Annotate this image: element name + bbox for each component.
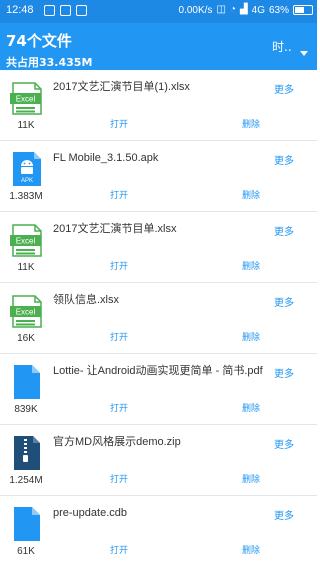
file-row[interactable]: 839K Lottie- 让Android动画实现更简单 - 简书.pdf 更多打开…: [0, 354, 317, 425]
open-button[interactable]: 打开: [110, 117, 128, 130]
delete-button[interactable]: 删除: [242, 188, 260, 201]
open-button[interactable]: 打开: [110, 259, 128, 272]
file-name: 官方MD风格展示demo.zip: [53, 436, 181, 448]
sort-dropdown[interactable]: 时..: [272, 38, 292, 55]
more-button[interactable]: 更多: [274, 436, 294, 451]
file-row[interactable]: Excel 16K 领队信息.xlsx 更多打开 删除: [0, 283, 317, 354]
storage-summary: 共占用33.435M: [6, 56, 93, 69]
file-name: Lottie- 让Android动画实现更简单 - 简书.pdf: [53, 365, 263, 377]
svg-text:Excel: Excel: [16, 237, 36, 246]
sort-label: 时..: [272, 40, 292, 54]
signal-icon: ▟: [239, 4, 248, 15]
vibrate-icon: ◫: [216, 4, 226, 15]
file-name: FL Mobile_3.1.50.apk: [53, 152, 159, 164]
open-button[interactable]: 打开: [110, 330, 128, 343]
file-type-icon: Excel: [10, 293, 43, 329]
file-size: 839K: [14, 404, 38, 415]
battery-percent: 63%: [268, 4, 289, 16]
page-title: 74个文件: [6, 32, 72, 50]
file-type-icon: Excel: [10, 80, 43, 116]
file-type-icon: APK: [10, 151, 43, 187]
file-type-icon: [10, 506, 43, 542]
battery-fill: [295, 7, 305, 13]
notification-icon: [44, 5, 55, 16]
file-row[interactable]: Excel 11K 2017文艺汇演节目单.xlsx 更多打开 删除: [0, 212, 317, 283]
battery-icon: [293, 5, 313, 15]
file-size: 1.254M: [9, 475, 43, 486]
file-type-icon: [10, 364, 43, 400]
toolbar: 74个文件 共占用33.435M 时..: [0, 23, 317, 70]
file-size: 16K: [17, 333, 35, 344]
file-row[interactable]: 1.254M 官方MD风格展示demo.zip 更多打开 删除: [0, 425, 317, 496]
delete-button[interactable]: 删除: [242, 330, 260, 343]
file-size: 11K: [17, 120, 35, 131]
status-time: 12:48: [6, 4, 34, 16]
file-row[interactable]: APK 1.383M FL Mobile_3.1.50.apk 更多打开 删除: [0, 141, 317, 212]
file-size: 61K: [17, 546, 35, 557]
network-type: 4G: [251, 4, 265, 16]
more-button[interactable]: 更多: [274, 507, 294, 522]
open-button[interactable]: 打开: [110, 543, 128, 556]
excel-file-icon: Excel: [10, 82, 42, 115]
wifi-icon: ◔: [229, 4, 236, 15]
file-size: 1.383M: [9, 191, 43, 202]
zip-file-icon: [14, 436, 40, 470]
notification-icons: [44, 5, 87, 16]
file-row[interactable]: 61K pre-update.cdb 更多打开 删除: [0, 496, 317, 561]
more-button[interactable]: 更多: [274, 223, 294, 238]
status-right: 0.00K/s ◫ ◔ ▟ 4G 63%: [179, 4, 313, 16]
open-button[interactable]: 打开: [110, 188, 128, 201]
svg-text:Excel: Excel: [16, 95, 36, 104]
open-button[interactable]: 打开: [110, 472, 128, 485]
delete-button[interactable]: 删除: [242, 117, 260, 130]
excel-file-icon: Excel: [10, 295, 42, 328]
more-button[interactable]: 更多: [274, 365, 294, 380]
file-name: 领队信息.xlsx: [53, 294, 119, 306]
document-icon: [14, 507, 40, 541]
delete-button[interactable]: 删除: [242, 543, 260, 556]
file-row[interactable]: Excel 11K 2017文艺汇演节目单(1).xlsx 更多打开 删除: [0, 70, 317, 141]
svg-text:APK: APK: [21, 178, 33, 184]
network-speed: 0.00K/s: [178, 4, 213, 16]
status-bar: 12:48 0.00K/s ◫ ◔ ▟ 4G 63%: [0, 0, 317, 23]
delete-button[interactable]: 删除: [242, 259, 260, 272]
document-icon: [14, 365, 40, 399]
more-button[interactable]: 更多: [274, 294, 294, 309]
file-type-icon: Excel: [10, 222, 43, 258]
more-button[interactable]: 更多: [274, 81, 294, 96]
dropdown-arrow-icon[interactable]: [300, 51, 308, 56]
delete-button[interactable]: 删除: [242, 472, 260, 485]
excel-file-icon: Excel: [10, 224, 42, 257]
svg-text:Excel: Excel: [16, 308, 36, 317]
shield-icon: [60, 5, 71, 16]
delete-button[interactable]: 删除: [242, 401, 260, 414]
file-size: 11K: [17, 262, 35, 273]
image-icon: [76, 5, 87, 16]
open-button[interactable]: 打开: [110, 401, 128, 414]
file-name: 2017文艺汇演节目单.xlsx: [53, 223, 177, 235]
apk-file-icon: APK: [13, 152, 41, 186]
more-button[interactable]: 更多: [274, 152, 294, 167]
file-type-icon: [10, 435, 43, 471]
file-name: 2017文艺汇演节目单(1).xlsx: [53, 81, 190, 93]
file-name: pre-update.cdb: [53, 507, 127, 519]
